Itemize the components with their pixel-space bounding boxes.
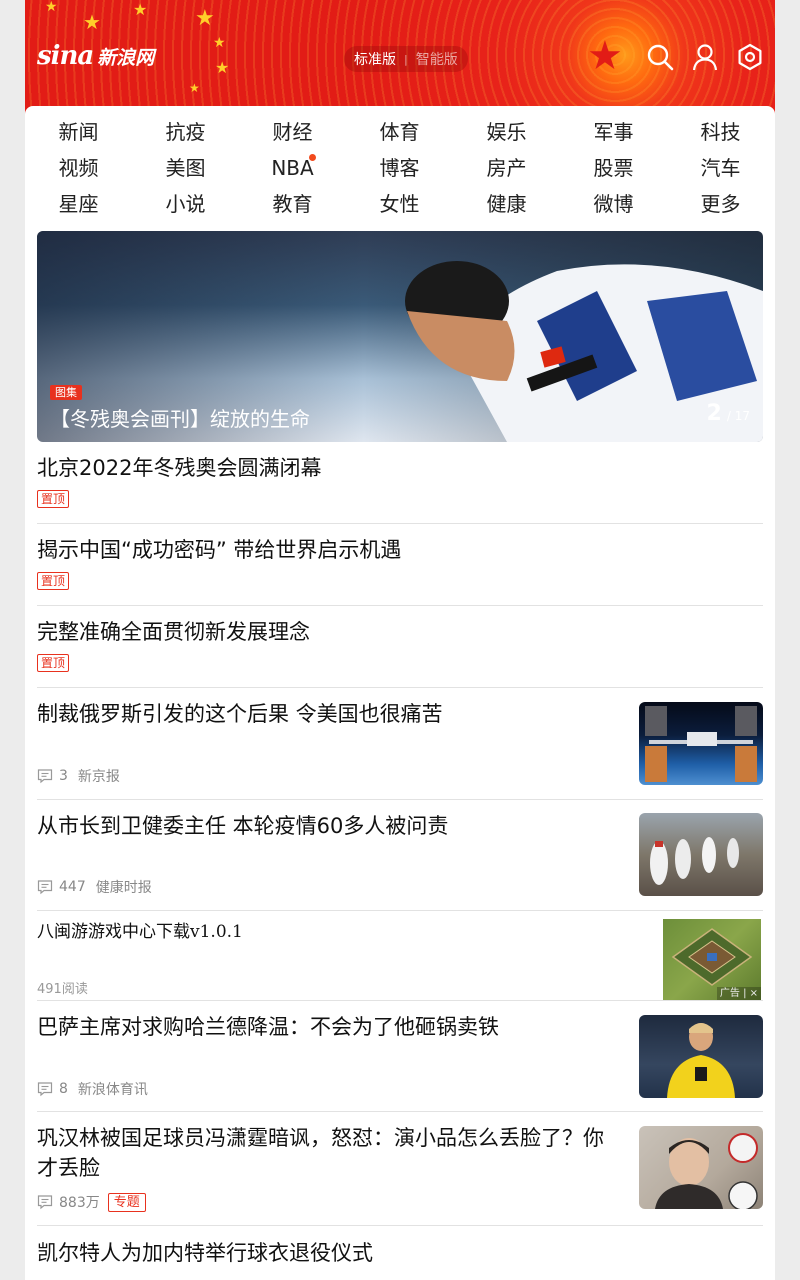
article-thumbnail[interactable] [639, 702, 763, 785]
article-meta: 447 健康时报 [37, 877, 152, 897]
nav-item-video[interactable]: 视频 [25, 153, 132, 183]
banner-tag: 图集 [50, 385, 82, 400]
version-switch: 标准版 | 智能版 [344, 46, 468, 72]
version-separator: | [404, 52, 408, 66]
article-thumbnail[interactable] [639, 813, 763, 896]
street-workers-image [650, 837, 739, 885]
nba-update-dot [309, 154, 316, 161]
article-meta: 883万 专题 [37, 1192, 146, 1212]
article-thumbnail[interactable] [639, 1126, 763, 1209]
version-smart[interactable]: 智能版 [416, 49, 458, 69]
nav-item-more[interactable]: 更多 [667, 189, 774, 219]
list-item[interactable]: 完整准确全面贯彻新发展理念 置顶 [37, 606, 763, 688]
banner-counter: 2 / 17 [706, 401, 750, 426]
page: ★ ★ ★ ★ ★ ★ ★ ★ sina 新浪网 标准版 | 智能版 新闻 抗疫… [25, 0, 775, 1280]
comment-count: 883万 [59, 1195, 100, 1211]
star-decoration: ★ [83, 10, 101, 34]
comment-icon [37, 1082, 53, 1097]
banner-counter-total: / 17 [726, 409, 750, 423]
photo-banner[interactable]: 图集 【冬残奥会画刊】绽放的生命 2 / 17 [37, 231, 763, 442]
user-icon[interactable] [690, 42, 720, 72]
header: ★ ★ ★ ★ ★ ★ ★ ★ sina 新浪网 标准版 | 智能版 [25, 0, 775, 118]
article-title[interactable]: 凯尔特人为加内特举行球衣退役仪式 [37, 1238, 373, 1268]
article-source: 新京报 [77, 769, 120, 785]
star-decoration: ★ [213, 35, 226, 51]
channel-nav: 新闻 抗疫 财经 体育 娱乐 军事 科技 视频 美图 NBA 博客 房产 股票 … [25, 106, 775, 226]
article-source: 新浪体育讯 [77, 1082, 148, 1098]
article-title[interactable]: 从市长到卫健委主任 本轮疫情60多人被问责 [37, 811, 448, 841]
ad-title[interactable]: 八闽游游戏中心下载v1.0.1 [37, 917, 243, 947]
article-title[interactable]: 揭示中国“成功密码” 带给世界启示机遇 [37, 535, 401, 565]
list-item[interactable]: 制裁俄罗斯引发的这个后果 令美国也很痛苦 3 新京报 [37, 688, 763, 800]
actor-image [655, 1133, 758, 1209]
nav-item-house[interactable]: 房产 [453, 153, 560, 183]
article-meta: 3 新京报 [37, 766, 120, 786]
topic-badge[interactable]: 专题 [107, 1192, 146, 1212]
comment-icon [37, 769, 53, 784]
nav-item-epidemic[interactable]: 抗疫 [132, 117, 239, 147]
nav-item-finance[interactable]: 财经 [239, 117, 346, 147]
nav-item-tech[interactable]: 科技 [667, 117, 774, 147]
sina-logo[interactable]: sina 新浪网 [37, 38, 177, 74]
pinned-badge: 置顶 [37, 490, 70, 508]
comment-icon [37, 880, 53, 895]
nav-item-news[interactable]: 新闻 [25, 117, 132, 147]
nav-item-nba[interactable]: NBA [239, 153, 346, 183]
ad-item[interactable]: 八闽游游戏中心下载v1.0.1 491阅读 广告 | × [37, 911, 763, 1001]
nav-item-horoscope[interactable]: 星座 [25, 189, 132, 219]
ad-label[interactable]: 广告 | × [716, 987, 761, 1000]
article-title[interactable]: 制裁俄罗斯引发的这个后果 令美国也很痛苦 [37, 699, 443, 729]
nav-item-women[interactable]: 女性 [346, 189, 453, 219]
search-icon[interactable] [645, 42, 675, 72]
nav-item-blog[interactable]: 博客 [346, 153, 453, 183]
article-title[interactable]: 巩汉林被国足球员冯潇霆暗讽，怒怼：演小品怎么丢脸了？你 才丢脸 [37, 1123, 617, 1183]
list-item[interactable]: 北京2022年冬残奥会圆满闭幕 置顶 [37, 442, 763, 524]
list-item[interactable]: 巩汉林被国足球员冯潇霆暗讽，怒怼：演小品怎么丢脸了？你 才丢脸 883万 专题 [37, 1112, 763, 1226]
comment-icon [37, 1195, 53, 1210]
article-title[interactable]: 巴萨主席对求购哈兰德降温：不会为了他砸锅卖铁 [37, 1012, 499, 1042]
nav-item-military[interactable]: 军事 [560, 117, 667, 147]
version-standard[interactable]: 标准版 [354, 49, 396, 69]
list-item[interactable]: 揭示中国“成功密码” 带给世界启示机遇 置顶 [37, 524, 763, 606]
comment-count: 3 [59, 768, 68, 784]
nav-item-stocks[interactable]: 股票 [560, 153, 667, 183]
star-decoration: ★ [189, 81, 200, 95]
list-item[interactable]: 从市长到卫健委主任 本轮疫情60多人被问责 447 健康时报 [37, 800, 763, 911]
article-meta: 8 新浪体育讯 [37, 1079, 148, 1099]
banner-caption[interactable]: 【冬残奥会画刊】绽放的生命 [50, 403, 310, 432]
article-title[interactable]: 北京2022年冬残奥会圆满闭幕 [37, 453, 321, 483]
nav-item-sports[interactable]: 体育 [346, 117, 453, 147]
space-station-image [645, 706, 757, 782]
article-source: 健康时报 [95, 880, 152, 896]
nav-item-novel[interactable]: 小说 [132, 189, 239, 219]
settings-icon[interactable] [735, 42, 765, 72]
banner-counter-current: 2 [706, 401, 722, 426]
nav-item-weibo[interactable]: 微博 [560, 189, 667, 219]
ad-read-count: 491阅读 [37, 982, 88, 997]
star-decoration: ★ [195, 6, 215, 31]
nav-item-education[interactable]: 教育 [239, 189, 346, 219]
star-decoration: ★ [45, 0, 58, 15]
list-item[interactable]: 巴萨主席对求购哈兰德降温：不会为了他砸锅卖铁 8 新浪体育讯 [37, 1001, 763, 1112]
star-decoration: ★ [133, 0, 148, 19]
article-title[interactable]: 完整准确全面贯彻新发展理念 [37, 617, 310, 647]
comment-count: 447 [59, 879, 86, 895]
footballer-image [667, 1023, 735, 1098]
ad-thumbnail[interactable]: 广告 | × [663, 919, 761, 1000]
star-decoration: ★ [587, 33, 623, 79]
logo-latin: sina [37, 41, 94, 71]
article-thumbnail[interactable] [639, 1015, 763, 1098]
nav-item-auto[interactable]: 汽车 [667, 153, 774, 183]
star-decoration: ★ [215, 58, 230, 77]
pinned-badge: 置顶 [37, 654, 70, 672]
logo-chinese: 新浪网 [97, 46, 155, 69]
article-title-line-2: 才丢脸 [37, 1156, 100, 1180]
pinned-badge: 置顶 [37, 572, 70, 590]
nav-item-photos[interactable]: 美图 [132, 153, 239, 183]
comment-count: 8 [59, 1081, 68, 1097]
article-title-line-1: 巩汉林被国足球员冯潇霆暗讽，怒怼：演小品怎么丢脸了？你 [37, 1126, 604, 1150]
nav-item-entertainment[interactable]: 娱乐 [453, 117, 560, 147]
list-item[interactable]: 凯尔特人为加内特举行球衣退役仪式 [37, 1226, 763, 1280]
nav-item-health[interactable]: 健康 [453, 189, 560, 219]
